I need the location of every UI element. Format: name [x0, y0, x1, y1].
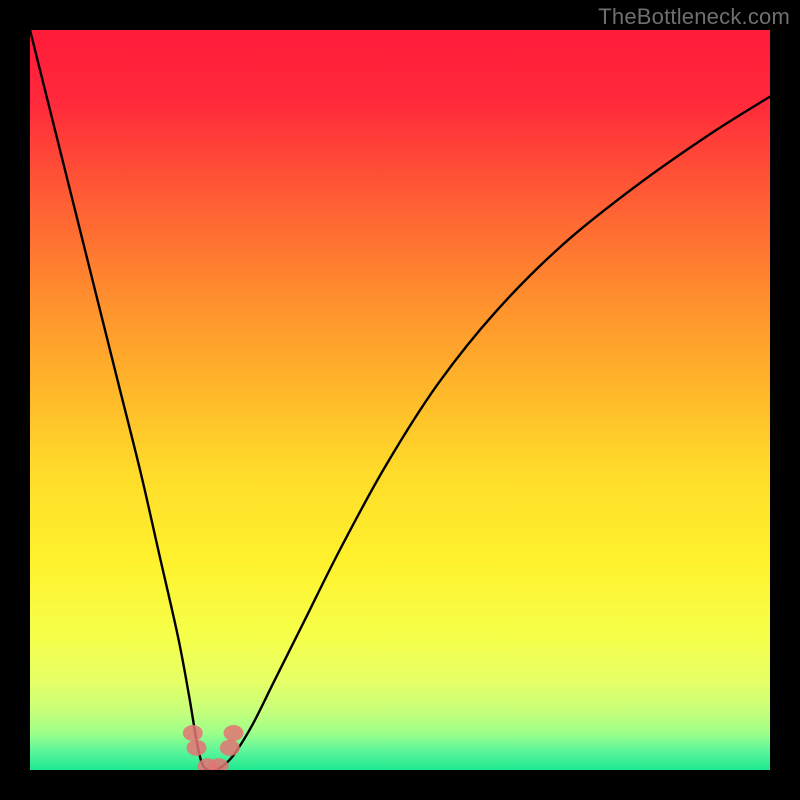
watermark-text: TheBottleneck.com — [598, 4, 790, 30]
curve-layer — [30, 30, 770, 770]
bottleneck-curve — [30, 30, 770, 770]
marker-dot — [187, 740, 207, 756]
marker-dot — [220, 740, 240, 756]
marker-dot — [183, 725, 203, 741]
chart-frame: TheBottleneck.com — [0, 0, 800, 800]
plot-area — [30, 30, 770, 770]
curve-markers — [183, 725, 244, 770]
marker-dot — [224, 725, 244, 741]
